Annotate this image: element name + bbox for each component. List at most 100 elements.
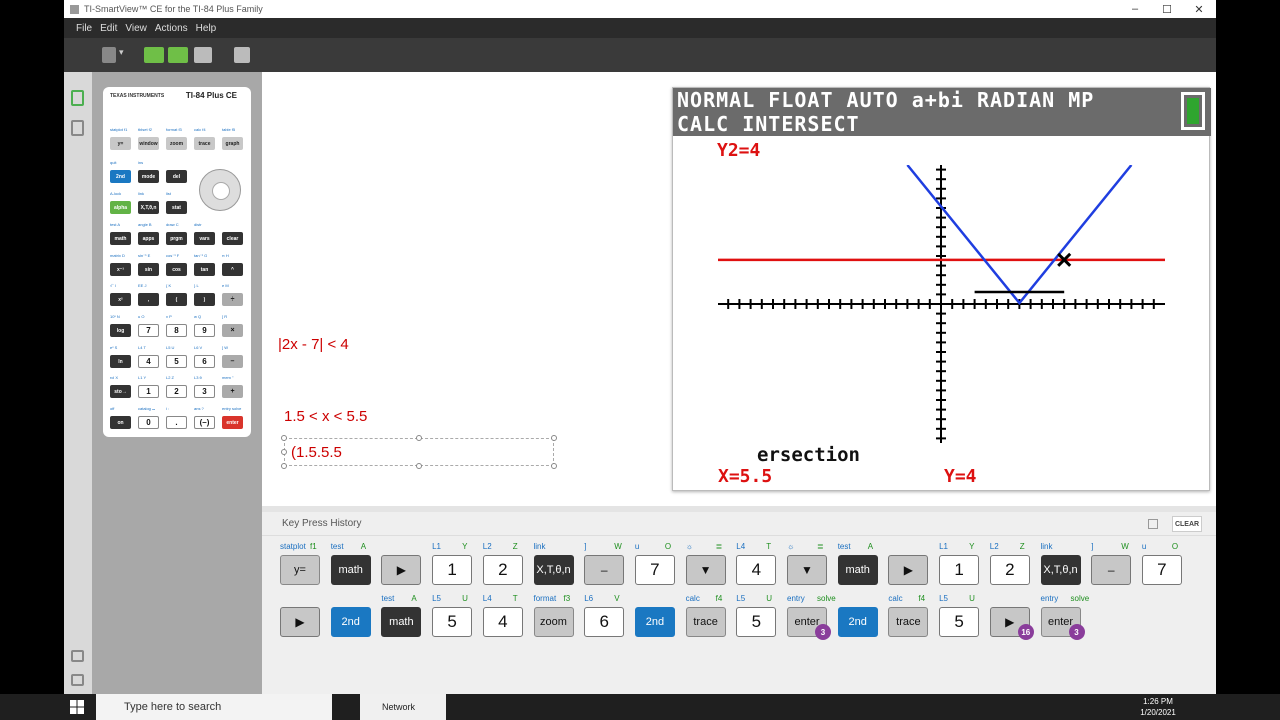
history-key[interactable]: trace (685, 607, 726, 637)
history-key[interactable]: 6 (584, 607, 625, 637)
history-key[interactable]: – (584, 555, 625, 585)
calc-key[interactable]: (–) (194, 416, 215, 429)
calc-key[interactable]: trace (194, 137, 215, 150)
text-box[interactable]: (1.5.5.5 (284, 438, 554, 466)
calc-key[interactable]: sto→ (110, 385, 131, 398)
layout-icon[interactable] (194, 47, 212, 63)
close-button[interactable]: ✕ (1184, 0, 1214, 18)
emulator-icon[interactable] (71, 650, 84, 662)
inequality-note[interactable]: |2x - 7| < 4 (278, 336, 349, 353)
history-key[interactable]: 2nd (634, 607, 675, 637)
send-to-calculator-icon[interactable] (168, 47, 188, 63)
history-key[interactable]: trace (888, 607, 929, 637)
history-key[interactable]: math (381, 607, 422, 637)
calc-key[interactable]: apps (138, 232, 159, 245)
history-key[interactable]: 1 (939, 555, 980, 585)
menu-help[interactable]: Help (196, 23, 217, 34)
calc-key[interactable]: tan (194, 263, 215, 276)
camera-icon[interactable] (234, 47, 250, 63)
calc-key[interactable]: on (110, 416, 131, 429)
resize-handle[interactable] (416, 463, 422, 469)
calc-key[interactable]: 2 (166, 385, 187, 398)
calc-key[interactable]: graph (222, 137, 243, 150)
calc-key[interactable]: prgm (166, 232, 187, 245)
history-key[interactable]: X,T,θ,n (533, 555, 574, 585)
menu-edit[interactable]: Edit (100, 23, 117, 34)
calc-key[interactable]: x⁻¹ (110, 263, 131, 276)
calc-key[interactable]: alpha (110, 201, 131, 214)
calc-key[interactable]: 0 (138, 416, 159, 429)
documents-icon[interactable] (71, 120, 84, 136)
history-key[interactable]: 4 (482, 607, 523, 637)
history-key[interactable]: ▼ (787, 555, 827, 585)
clear-button[interactable]: CLEAR (1172, 516, 1202, 532)
resize-handle[interactable] (551, 463, 557, 469)
calc-key[interactable]: , (138, 293, 159, 306)
history-key[interactable]: 5 (939, 607, 980, 637)
calc-key[interactable]: ) (194, 293, 215, 306)
calc-key[interactable]: log (110, 324, 131, 337)
history-key[interactable]: 7 (634, 555, 675, 585)
history-key[interactable]: ▶ (888, 555, 929, 585)
history-key[interactable]: 2nd (330, 607, 371, 637)
history-key[interactable]: – (1091, 555, 1132, 585)
history-key[interactable]: 2nd (837, 607, 878, 637)
history-key[interactable]: 2 (482, 555, 523, 585)
menu-actions[interactable]: Actions (155, 23, 188, 34)
system-clock[interactable]: 1:26 PM 1/20/2021 (1138, 696, 1178, 718)
history-key[interactable]: 4 (736, 555, 777, 585)
calc-key[interactable]: x² (110, 293, 131, 306)
network-item[interactable]: Network (360, 694, 446, 720)
calc-key[interactable]: del (166, 170, 187, 183)
history-key[interactable]: 2 (989, 555, 1030, 585)
calc-key[interactable]: 4 (138, 355, 159, 368)
calc-key[interactable]: window (138, 137, 159, 150)
history-key[interactable]: math (330, 555, 371, 585)
minimize-button[interactable]: – (1120, 0, 1150, 18)
calc-key[interactable]: 3 (194, 385, 215, 398)
history-key[interactable]: math (837, 555, 878, 585)
send-to-emulator-icon[interactable] (144, 47, 164, 63)
calc-key[interactable]: ÷ (222, 293, 243, 306)
calc-key[interactable]: . (166, 416, 187, 429)
calc-key[interactable]: y= (110, 137, 131, 150)
chevron-down-icon[interactable]: ▾ (119, 47, 125, 63)
calc-key[interactable]: 7 (138, 324, 159, 337)
copy-icon[interactable] (1148, 519, 1158, 529)
calc-key[interactable]: zoom (166, 137, 187, 150)
resize-handle[interactable] (551, 435, 557, 441)
arrow-pad[interactable] (199, 169, 241, 211)
calc-key[interactable]: cos (166, 263, 187, 276)
windows-start-icon[interactable] (70, 700, 84, 714)
history-key[interactable]: 1 (432, 555, 473, 585)
history-key[interactable]: y= (280, 555, 320, 585)
calc-key[interactable]: 6 (194, 355, 215, 368)
history-key[interactable]: ▶ (280, 607, 320, 637)
calculator-icon[interactable] (71, 90, 84, 106)
calc-key[interactable]: enter (222, 416, 243, 429)
history-key[interactable]: zoom (533, 607, 574, 637)
calc-key[interactable]: 2nd (110, 170, 131, 183)
history-key[interactable]: 5 (736, 607, 777, 637)
resize-handle[interactable] (281, 435, 287, 441)
calc-key[interactable]: – (222, 355, 243, 368)
maximize-button[interactable]: ☐ (1152, 0, 1182, 18)
calc-key[interactable]: math (110, 232, 131, 245)
history-key[interactable]: ▶ (381, 555, 422, 585)
calc-key[interactable]: vars (194, 232, 215, 245)
calc-key[interactable]: ln (110, 355, 131, 368)
calc-key[interactable]: clear (222, 232, 243, 245)
resize-handle[interactable] (281, 463, 287, 469)
calc-key[interactable]: 9 (194, 324, 215, 337)
calculator-view-icon[interactable] (102, 47, 116, 63)
calc-key[interactable]: 1 (138, 385, 159, 398)
calc-key[interactable]: ( (166, 293, 187, 306)
solution-note[interactable]: 1.5 < x < 5.5 (284, 408, 367, 425)
calc-key[interactable]: X,T,θ,n (138, 201, 159, 214)
search-input[interactable]: Type here to search (96, 694, 332, 720)
calc-key[interactable]: stat (166, 201, 187, 214)
menu-file[interactable]: File (76, 23, 92, 34)
expand-icon[interactable] (71, 674, 84, 686)
history-key[interactable]: 5 (432, 607, 473, 637)
history-key[interactable]: ▼ (685, 555, 726, 585)
